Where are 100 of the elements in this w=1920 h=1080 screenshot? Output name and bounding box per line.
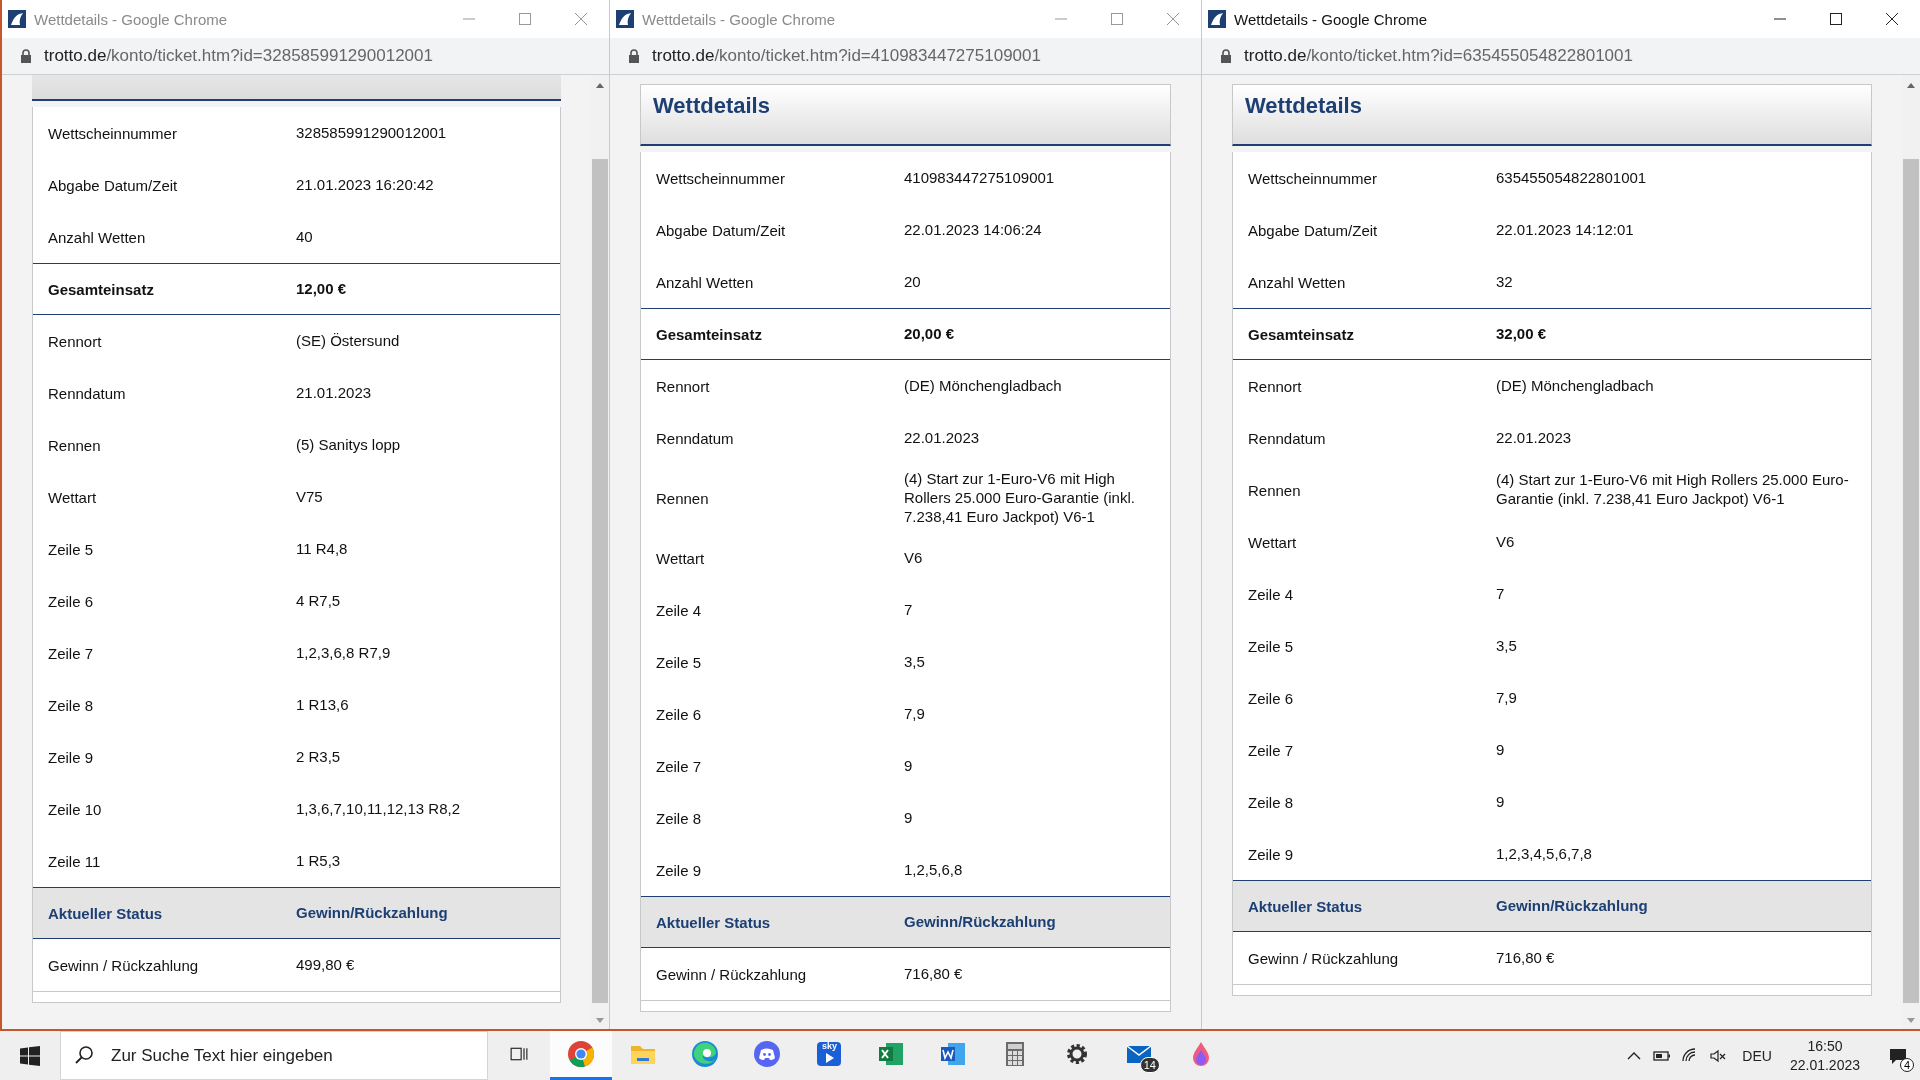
row-value: 1,2,3,4,5,6,7,8 [1496,844,1593,864]
row-value: 11 R4,8 [296,539,349,559]
scroll-up-icon[interactable] [595,81,605,89]
row-label: Wettart [48,488,98,506]
scroll-down-icon[interactable] [595,1017,605,1025]
row-label: Zeile 6 [48,592,95,610]
row-value: 9 [1496,792,1506,812]
row-label: Zeile 8 [1248,793,1295,811]
language-indicator[interactable]: DEU [1742,1047,1772,1064]
notification-button[interactable]: 4 [1876,1031,1920,1080]
lock-icon [20,49,32,63]
row-value: 21.01.2023 [296,383,373,403]
scroll-up-icon[interactable] [1906,81,1916,89]
row-value: 22.01.2023 14:06:24 [904,220,1043,240]
maximize-icon [518,12,532,26]
taskbar-app-button[interactable]: sky [798,1031,860,1080]
row-label: Zeile 8 [656,809,703,827]
maximize-icon [1829,12,1843,26]
lock-icon [628,49,640,63]
close-icon [1885,12,1899,26]
excel-icon [877,1040,905,1068]
app-label: sky [822,1041,838,1051]
row-label: Rennen [48,436,102,454]
search-icon [74,1045,94,1065]
row-label: Wettscheinnummer [48,124,178,142]
row-label: Wettscheinnummer [1248,169,1378,187]
row-value: (4) Start zur 1-Euro-V6 mit High Rollers 25.000 Euro-Garantie (inkl. 7.238,41 Euro Jackpot) V6-1 [1496,471,1850,509]
close-icon [1166,12,1180,26]
row-label: Anzahl Wetten [1248,273,1347,291]
row-label: Gewinn / Rückzahlung [48,956,200,974]
row-value: 716,80 € [1496,948,1556,968]
count-badge: 14 [1139,1057,1160,1073]
row-label: Aktueller Status [1248,897,1364,915]
row-label: Zeile 5 [1248,637,1295,655]
row-label: Gesamteinsatz [656,325,763,343]
row-label: Gewinn / Rückzahlung [656,965,808,983]
row-value: V6 [904,548,924,568]
row-value: Gewinn/Rückzahlung [904,912,1057,932]
row-label: Zeile 6 [1248,689,1295,707]
address-url[interactable]: trotto.de/konto/ticket.htm?id=410983447275109001 [652,46,1041,66]
row-label: Abgabe Datum/Zeit [656,221,787,239]
window-title: Wettdetails - Google Chrome [1234,10,1429,28]
row-label: Zeile 5 [656,653,703,671]
edge-icon [691,1040,719,1068]
row-label: Zeile 4 [1248,585,1295,603]
scrollbar-thumb[interactable] [1903,159,1919,1003]
row-value: 716,80 € [904,964,964,984]
row-label: Anzahl Wetten [48,228,147,246]
page-heading: Wettdetails [1245,93,1362,118]
row-value: 499,80 € [296,955,356,975]
row-value: 22.01.2023 [1496,428,1573,448]
row-label: Wettart [656,549,706,567]
row-label: Zeile 5 [48,540,95,558]
row-value: 32 [1496,272,1514,292]
row-label: Renndatum [48,384,127,402]
row-value: (DE) Mönchengladbach [1496,376,1655,396]
chrome-icon [567,1040,595,1068]
page-heading: Wettdetails [653,93,770,118]
row-value: 40 [296,227,314,247]
row-value: 3,5 [1496,636,1518,656]
taskbar-app-button[interactable]: 14 [1108,1031,1170,1080]
address-url[interactable]: trotto.de/konto/ticket.htm?id=328585991290012001 [44,46,433,66]
row-value: (4) Start zur 1-Euro-V6 mit High Rollers 25.000 Euro-Garantie (inkl. 7.238,41 Euro Jackpot) V6-1 [904,470,1136,527]
search-field[interactable]: Zur Suche Text hier eingeben [60,1031,488,1080]
row-label: Zeile 7 [48,644,95,662]
row-label: Anzahl Wetten [656,273,755,291]
window-title: Wettdetails - Google Chrome [642,10,837,28]
row-label: Gewinn / Rückzahlung [1248,949,1400,967]
site-logo-icon [1208,10,1226,28]
row-value: (DE) Mönchengladbach [904,376,1063,396]
scrollbar-thumb[interactable] [592,159,608,1003]
row-label: Aktueller Status [48,904,164,922]
row-value: V6 [1496,532,1516,552]
row-label: Abgabe Datum/Zeit [48,176,179,194]
count-badge: 4 [1899,1058,1914,1072]
row-value: (SE) Östersund [296,331,401,351]
row-label: Rennort [1248,377,1303,395]
row-label: Rennort [656,377,711,395]
row-value: (5) Sanitys lopp [296,435,402,455]
site-logo-icon [8,10,26,28]
row-label: Gesamteinsatz [48,280,155,298]
row-label: Zeile 9 [1248,845,1295,863]
row-value: Gewinn/Rückzahlung [1496,896,1649,916]
close-icon [574,12,588,26]
row-value: 7 [904,600,914,620]
row-value: 410983447275109001 [904,168,1056,188]
row-value: 1,2,5,6,8 [904,860,964,880]
row-label: Rennort [48,332,103,350]
clock[interactable]: 16:50 22.01.2023 [1789,1037,1860,1074]
row-label: Abgabe Datum/Zeit [1248,221,1379,239]
row-label: Wettscheinnummer [656,169,786,187]
scroll-down-icon[interactable] [1906,1017,1916,1025]
row-value: 1 R5,3 [296,851,342,871]
row-value: 22.01.2023 [904,428,981,448]
row-label: Wettart [1248,533,1298,551]
row-value: 9 [1496,740,1506,760]
row-value: 7,9 [904,704,926,724]
row-label: Zeile 7 [1248,741,1295,759]
row-value: 1 R13,6 [296,695,350,715]
address-url[interactable]: trotto.de/konto/ticket.htm?id=635455054822801001 [1244,46,1633,66]
